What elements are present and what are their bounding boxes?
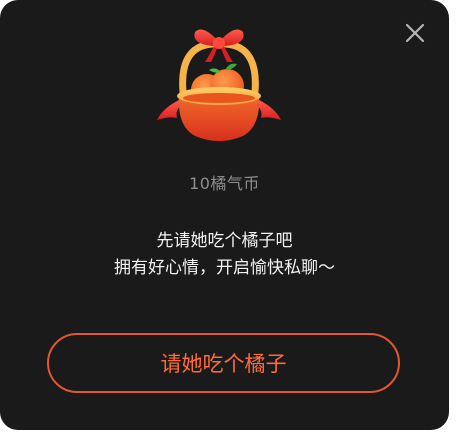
close-icon [405,23,425,43]
message-line-1: 先请她吃个橘子吧 [156,231,293,251]
close-button[interactable] [402,20,428,46]
coin-amount: 10橘气币 [189,174,260,193]
give-orange-button-label: 请她吃个橘子 [160,352,287,376]
message-line-2: 拥有好心情，开启愉快私聊～ [114,258,335,278]
give-orange-button[interactable]: 请她吃个橘子 [47,333,400,393]
orange-gift-basket-icon [157,29,281,141]
gift-dialog: 10橘气币 先请她吃个橘子吧 拥有好心情，开启愉快私聊～ 请她吃个橘子 [0,0,449,430]
message-text: 先请她吃个橘子吧 拥有好心情，开启愉快私聊～ [0,228,449,282]
